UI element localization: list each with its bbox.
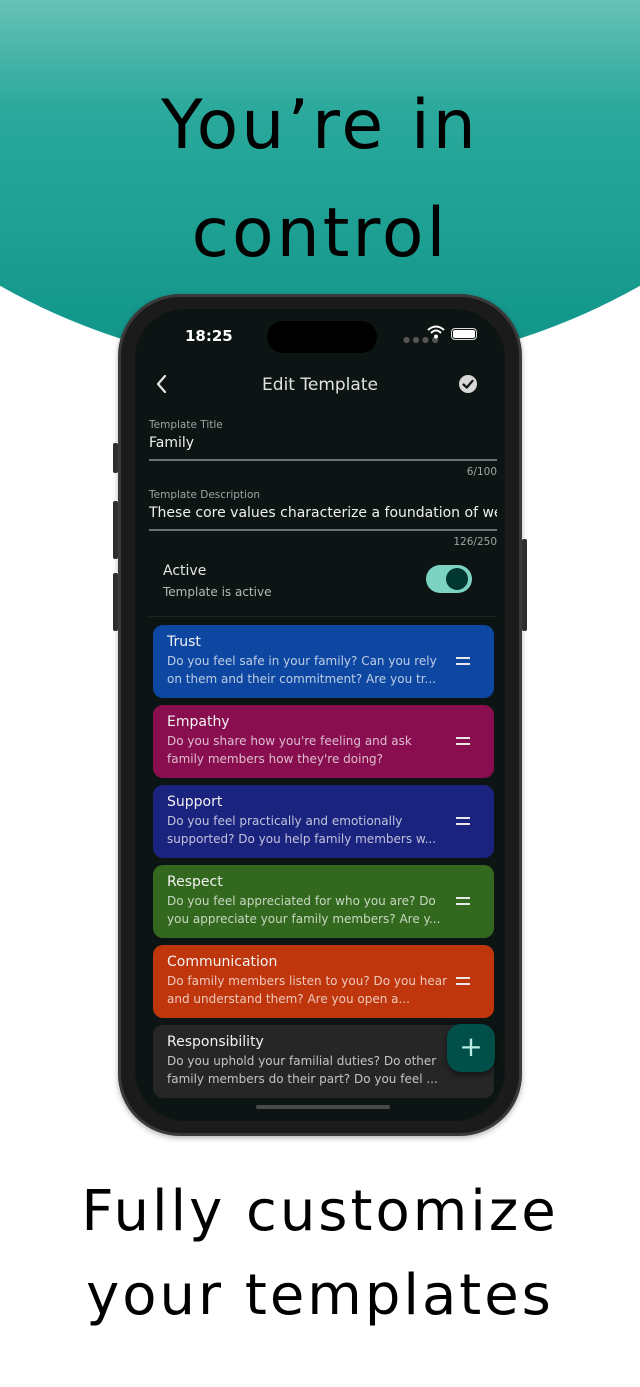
- value-card-title: Support: [167, 794, 223, 810]
- template-description-counter: 126/250: [453, 535, 497, 548]
- template-title-underline: [149, 459, 497, 461]
- value-card-description: Do you feel practically and emotionally …: [167, 814, 437, 846]
- value-card-title: Responsibility: [167, 1034, 264, 1050]
- action-button: [113, 443, 118, 473]
- plus-icon: +: [459, 1030, 483, 1063]
- value-card-description: Do you share how you're feeling and ask …: [167, 734, 412, 766]
- drag-handle-icon[interactable]: [456, 977, 470, 985]
- app-bar: Edit Template: [135, 367, 505, 407]
- value-card[interactable]: Support Do you feel practically and emoti…: [153, 785, 494, 858]
- drag-handle-icon[interactable]: [456, 897, 470, 905]
- dynamic-island: [267, 321, 377, 353]
- template-description-underline: [149, 529, 497, 531]
- status-time: 18:25: [185, 327, 233, 345]
- active-setting-row: Active Template is active: [149, 557, 497, 617]
- template-description-field[interactable]: Template Description These core values c…: [149, 489, 497, 548]
- value-card[interactable]: Respect Do you feel appreciated for who y…: [153, 865, 494, 938]
- active-label: Active: [163, 563, 207, 579]
- value-card[interactable]: Trust Do you feel safe in your family? Ca…: [153, 625, 494, 698]
- value-card[interactable]: Communication Do family members listen to…: [153, 945, 494, 1018]
- app-screen: 18:25 ● ● ● ● Edit Template Template Tit…: [135, 309, 505, 1121]
- value-card-title: Trust: [167, 634, 201, 650]
- template-description-label: Template Description: [149, 489, 261, 501]
- drag-handle-icon[interactable]: [456, 657, 470, 665]
- drag-handle-icon[interactable]: [456, 737, 470, 745]
- value-card-description: Do you uphold your familial duties? Do o…: [167, 1054, 438, 1086]
- phone-frame: 18:25 ● ● ● ● Edit Template Template Tit…: [113, 294, 527, 1136]
- page-title: Edit Template: [262, 375, 378, 395]
- drag-handle-icon[interactable]: [456, 817, 470, 825]
- active-toggle[interactable]: [426, 565, 472, 593]
- headline-bottom-line-2: your templates: [86, 1263, 554, 1328]
- volume-down-button: [113, 573, 118, 631]
- home-indicator: [256, 1105, 390, 1109]
- value-card-description: Do family members listen to you? Do you …: [167, 974, 448, 1006]
- headline-bottom-line-1: Fully customize: [81, 1179, 559, 1244]
- toggle-knob: [446, 568, 468, 590]
- template-title-counter: 6/100: [466, 465, 497, 478]
- template-title-field[interactable]: Template Title Family 6/100: [149, 419, 497, 478]
- power-button: [522, 539, 527, 631]
- headline-top: You’re in control: [0, 72, 640, 288]
- template-title-input[interactable]: Family: [149, 435, 497, 451]
- value-card[interactable]: Empathy Do you share how you're feeling a…: [153, 705, 494, 778]
- check-circle-icon[interactable]: [459, 375, 477, 393]
- value-card-title: Communication: [167, 954, 278, 970]
- wifi-icon: [427, 325, 445, 339]
- template-description-input[interactable]: These core values characterize a foundat…: [149, 505, 497, 521]
- active-subtitle: Template is active: [163, 585, 272, 599]
- status-bar: 18:25 ● ● ● ●: [135, 309, 505, 359]
- headline-top-line-1: You’re in: [161, 86, 479, 165]
- value-card-description: Do you feel appreciated for who you are?…: [167, 894, 441, 926]
- template-title-label: Template Title: [149, 419, 223, 431]
- volume-up-button: [113, 501, 118, 559]
- add-value-button[interactable]: +: [447, 1024, 495, 1072]
- value-card-title: Respect: [167, 874, 223, 890]
- value-card-title: Empathy: [167, 714, 230, 730]
- headline-top-line-2: control: [191, 194, 449, 273]
- value-card-description: Do you feel safe in your family? Can you…: [167, 654, 437, 686]
- battery-icon: [451, 328, 477, 340]
- value-card[interactable]: Responsibility Do you uphold your familia…: [153, 1025, 494, 1098]
- headline-bottom: Fully customize your templates: [0, 1170, 640, 1338]
